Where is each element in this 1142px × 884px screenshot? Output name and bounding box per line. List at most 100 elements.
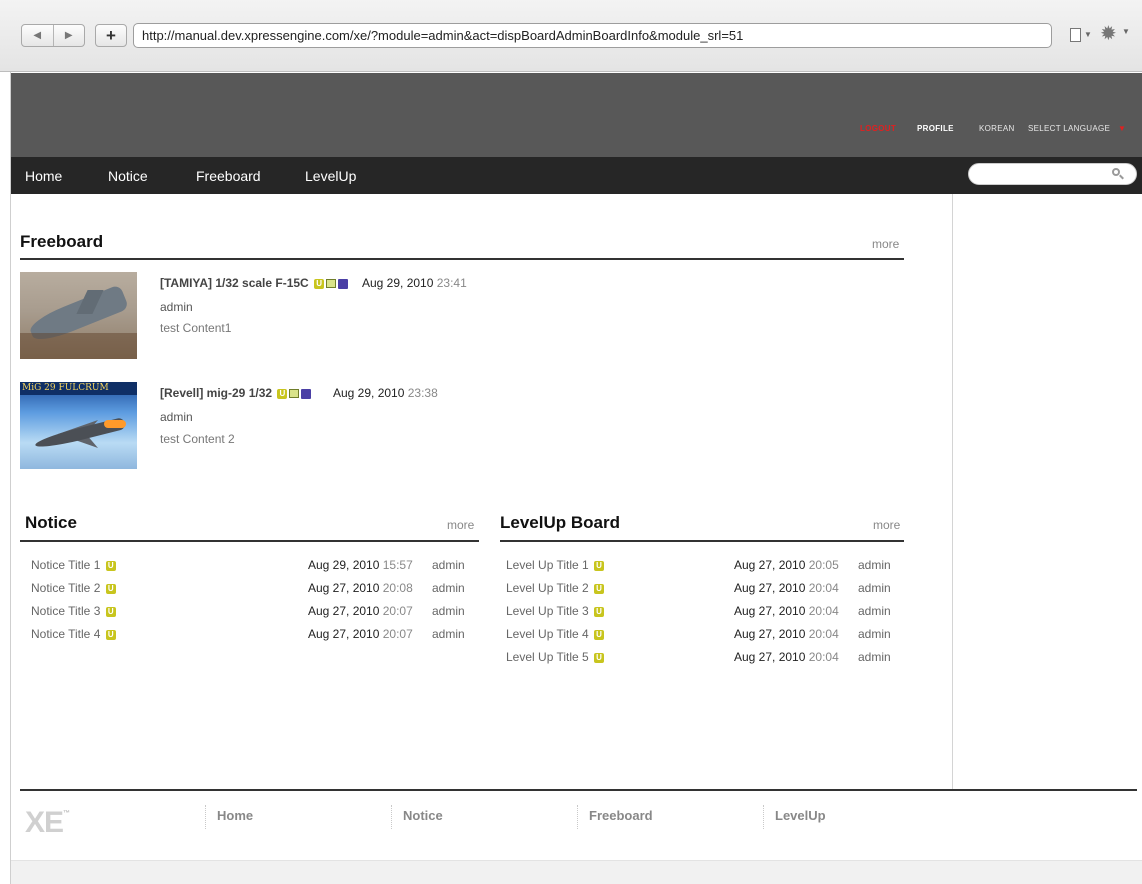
- levelup-rule: [500, 540, 904, 542]
- post-title-text[interactable]: [TAMIYA] 1/32 scale F-15C: [160, 276, 309, 290]
- freeboard-more-link[interactable]: more: [872, 237, 899, 251]
- xe-logo: XE™: [25, 806, 70, 839]
- new-icon: U: [105, 606, 116, 617]
- footer-separator: [763, 805, 764, 829]
- list-item-author[interactable]: admin: [858, 627, 891, 641]
- freeboard-title: Freeboard: [20, 232, 104, 251]
- list-item-author[interactable]: admin: [432, 604, 465, 618]
- list-item-datetime: Aug 29, 2010 15:57: [308, 558, 413, 572]
- post-thumbnail[interactable]: [20, 272, 137, 359]
- new-icon: U: [594, 652, 605, 663]
- post-datetime: Aug 29, 2010 23:38: [333, 386, 438, 400]
- list-item-datetime: Aug 27, 2010 20:08: [308, 581, 413, 595]
- chevron-down-icon: ▼: [1122, 27, 1130, 36]
- post-author[interactable]: admin: [160, 410, 193, 424]
- post-date: Aug 29, 2010: [362, 276, 434, 290]
- list-item-title[interactable]: Level Up Title 5 U: [506, 650, 605, 664]
- footer-link-levelup[interactable]: LevelUp: [775, 808, 826, 823]
- list-item-title[interactable]: Level Up Title 4 U: [506, 627, 605, 641]
- footer-link-home[interactable]: Home: [217, 808, 253, 823]
- levelup-more-link[interactable]: more: [873, 518, 900, 532]
- page-icon[interactable]: ▼: [1070, 27, 1092, 45]
- forward-icon[interactable]: ▶: [52, 25, 85, 46]
- page-doc-shape: [1070, 28, 1081, 42]
- profile-link[interactable]: PROFILE: [917, 124, 954, 133]
- post-title-link[interactable]: [TAMIYA] 1/32 scale F-15C U: [160, 276, 349, 290]
- new-icon: U: [277, 388, 288, 399]
- footer-link-freeboard[interactable]: Freeboard: [589, 808, 653, 823]
- file-icon: [301, 388, 312, 399]
- new-icon: U: [594, 583, 605, 594]
- post-date: Aug 29, 2010: [333, 386, 405, 400]
- list-item-title[interactable]: Notice Title 1 U: [31, 558, 116, 572]
- list-item-title[interactable]: Notice Title 4 U: [31, 627, 116, 641]
- footer-link-notice[interactable]: Notice: [403, 808, 443, 823]
- thumb-banner: MiG 29 FULCRUM: [20, 382, 137, 395]
- footer-separator: [577, 805, 578, 829]
- image-icon: [289, 389, 300, 399]
- list-item-datetime: Aug 27, 2010 20:04: [734, 650, 839, 664]
- freeboard-rule: [20, 258, 904, 260]
- back-icon[interactable]: ◀: [22, 25, 53, 46]
- sidebar-divider: [952, 194, 953, 790]
- new-icon: U: [105, 629, 116, 640]
- status-bar: [11, 860, 1142, 884]
- footer-separator: [205, 805, 206, 829]
- nav-item-notice[interactable]: Notice: [108, 168, 148, 184]
- chevron-down-icon[interactable]: ▼: [1118, 124, 1126, 133]
- list-item-datetime: Aug 27, 2010 20:04: [734, 627, 839, 641]
- chevron-down-icon: ▼: [1084, 30, 1092, 39]
- list-item-author[interactable]: admin: [858, 604, 891, 618]
- new-tab-icon[interactable]: +: [95, 24, 127, 47]
- post-title-link[interactable]: [Revell] mig-29 1/32 U: [160, 386, 312, 400]
- nav-item-home[interactable]: Home: [25, 168, 62, 184]
- new-icon: U: [594, 606, 605, 617]
- list-item-title[interactable]: Level Up Title 1 U: [506, 558, 605, 572]
- list-item-title[interactable]: Notice Title 2 U: [31, 581, 116, 595]
- select-language-link[interactable]: SELECT LANGUAGE: [1028, 124, 1110, 133]
- footer-rule: [20, 789, 1137, 791]
- search-icon[interactable]: [1110, 166, 1126, 182]
- post-author[interactable]: admin: [160, 300, 193, 314]
- new-icon: U: [314, 278, 325, 289]
- list-item-datetime: Aug 27, 2010 20:04: [734, 581, 839, 595]
- language-current[interactable]: KOREAN: [979, 124, 1015, 133]
- list-item-author[interactable]: admin: [432, 581, 465, 595]
- address-bar[interactable]: http://manual.dev.xpressengine.com/xe/?m…: [133, 23, 1052, 48]
- logout-link[interactable]: LOGOUT: [860, 124, 896, 133]
- gear-glyph: ✹: [1100, 23, 1117, 45]
- list-item-datetime: Aug 27, 2010 20:04: [734, 604, 839, 618]
- new-icon: U: [105, 560, 116, 571]
- list-item-datetime: Aug 27, 2010 20:07: [308, 627, 413, 641]
- notice-more-link[interactable]: more: [447, 518, 474, 532]
- list-item-author[interactable]: admin: [858, 581, 891, 595]
- list-item-author[interactable]: admin: [858, 558, 891, 572]
- list-item-datetime: Aug 27, 2010 20:05: [734, 558, 839, 572]
- nav-item-levelup[interactable]: LevelUp: [305, 168, 356, 184]
- notice-title: Notice: [25, 513, 77, 532]
- list-item-author[interactable]: admin: [858, 650, 891, 664]
- new-icon: U: [594, 560, 605, 571]
- list-item-author[interactable]: admin: [432, 627, 465, 641]
- list-item-title[interactable]: Level Up Title 2 U: [506, 581, 605, 595]
- new-icon: U: [105, 583, 116, 594]
- file-icon: [338, 278, 349, 289]
- gear-icon[interactable]: ✹ ▼: [1100, 24, 1134, 46]
- post-thumbnail[interactable]: MiG 29 FULCRUM: [20, 382, 137, 469]
- site-header: [11, 73, 1142, 157]
- post-datetime: Aug 29, 2010 23:41: [362, 276, 467, 290]
- post-time: 23:38: [407, 386, 438, 400]
- list-item-title[interactable]: Level Up Title 3 U: [506, 604, 605, 618]
- list-item-title[interactable]: Notice Title 3 U: [31, 604, 116, 618]
- footer-separator: [391, 805, 392, 829]
- list-item-author[interactable]: admin: [432, 558, 465, 572]
- post-content: test Content 2: [160, 432, 235, 446]
- nav-item-freeboard[interactable]: Freeboard: [196, 168, 261, 184]
- notice-rule: [20, 540, 479, 542]
- image-icon: [326, 279, 337, 289]
- search-input[interactable]: [979, 166, 1109, 182]
- levelup-title: LevelUp Board: [500, 513, 620, 532]
- list-item-datetime: Aug 27, 2010 20:07: [308, 604, 413, 618]
- post-content: test Content1: [160, 321, 232, 335]
- post-title-text[interactable]: [Revell] mig-29 1/32: [160, 386, 272, 400]
